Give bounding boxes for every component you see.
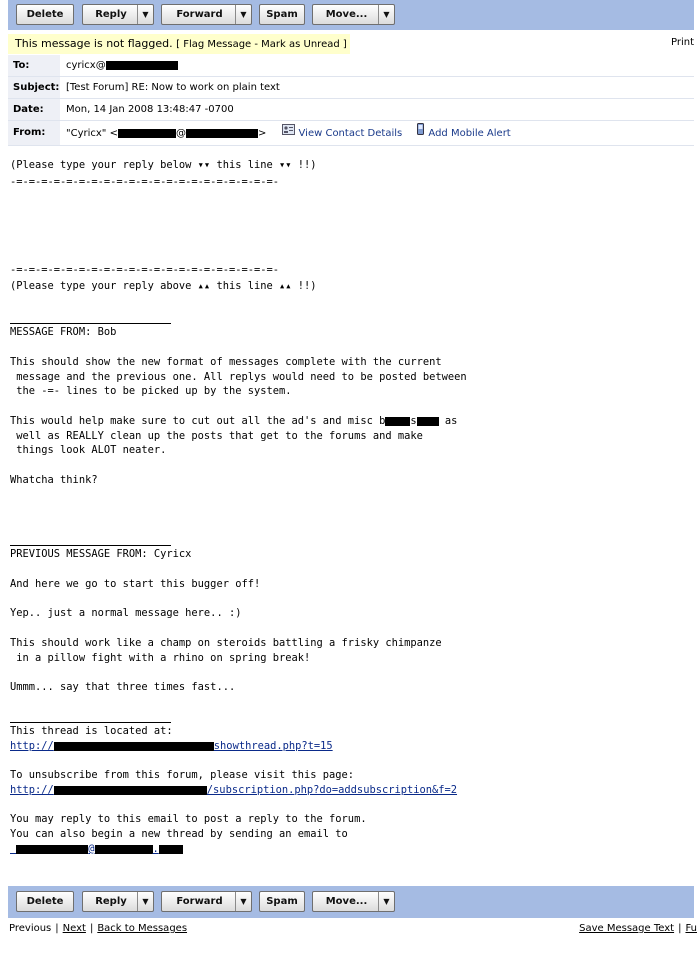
redaction [16, 844, 89, 854]
body-line: the -=- lines to be picked up by the sys… [10, 385, 292, 397]
body-line: @. [10, 842, 183, 856]
chevron-down-icon[interactable]: ▼ [235, 5, 251, 24]
body-line: -=-=-=-=-=-=-=-=-=-=-=-=-=-=-=-=-=-=-=-=… [10, 176, 279, 188]
from-value: "Cyricx" < @ > View Contact Details Add Mo… [66, 121, 511, 146]
back-to-messages-link[interactable]: Back to Messages [97, 923, 187, 934]
unsubscribe-link[interactable]: http:///subscription.php?do=addsubscript… [10, 784, 457, 796]
redaction [94, 844, 153, 854]
chevron-down-icon[interactable]: ▼ [378, 892, 394, 911]
redaction [105, 60, 178, 70]
flag-message-link[interactable]: Flag Message [183, 39, 251, 50]
body-line: in a pillow fight with a rhino on spring… [10, 652, 311, 664]
body-line: Whatcha think? [10, 474, 98, 486]
body-line: MESSAGE FROM: Bob [10, 326, 117, 338]
header-date: Date: Mon, 14 Jan 2008 13:48:47 -0700 [8, 99, 694, 121]
subject-value: [Test Forum] RE: Now to work on plain te… [66, 82, 280, 93]
redaction [185, 128, 258, 138]
footer-left: Previous | Next | Back to Messages [9, 923, 187, 934]
to-value: cyricx@ [66, 55, 178, 76]
divider: | [89, 923, 94, 934]
top-toolbar: Delete Reply ▼ Forward ▼ Spam Move... ▼ [8, 0, 694, 30]
redaction [117, 128, 176, 138]
print-link[interactable]: Print [671, 37, 694, 48]
forward-button[interactable]: Forward ▼ [161, 891, 252, 912]
body-line: To unsubscribe from this forum, please v… [10, 769, 355, 781]
forward-button[interactable]: Forward ▼ [161, 4, 252, 25]
header-to: To: cyricx@ [8, 55, 694, 77]
delete-button[interactable]: Delete [16, 4, 74, 25]
redaction [53, 741, 214, 751]
redaction [416, 416, 439, 426]
separator-line [10, 323, 171, 324]
divider: | [55, 923, 59, 934]
to-label: To: [8, 55, 60, 76]
divider: | [678, 923, 682, 934]
mobile-phone-icon[interactable] [417, 121, 425, 145]
body-line: Yep.. just a normal message here.. :) [10, 607, 242, 619]
redaction [158, 844, 183, 854]
bottom-toolbar: Delete Reply ▼ Forward ▼ Spam Move... ▼ [8, 886, 694, 918]
mark-unread-link[interactable]: Mark as Unread [261, 39, 340, 50]
body-line: This thread is located at: [10, 725, 173, 737]
thread-link[interactable]: http://showthread.php?t=15 [10, 740, 333, 752]
chevron-down-icon[interactable]: ▼ [137, 892, 153, 911]
reply-button[interactable]: Reply ▼ [82, 891, 154, 912]
move-button[interactable]: Move... ▼ [312, 4, 395, 25]
flag-status-text: This message is not flagged. [15, 37, 173, 50]
flag-status-bar: This message is not flagged. [ Flag Mess… [8, 34, 350, 54]
chevron-down-icon[interactable]: ▼ [137, 5, 153, 24]
spam-button[interactable]: Spam [259, 891, 305, 912]
body-line: This would help make sure to cut out all… [10, 415, 458, 427]
body-line: things look ALOT neater. [10, 444, 167, 456]
separator-line [10, 722, 171, 723]
redaction [53, 785, 207, 795]
body-line: And here we go to start this bugger off! [10, 578, 261, 590]
header-from: From: "Cyricx" < @ > View Contact Details … [8, 121, 694, 146]
view-contact-link[interactable]: View Contact Details [299, 128, 403, 139]
body-line: http:///subscription.php?do=addsubscript… [10, 783, 457, 797]
body-line: well as REALLY clean up the posts that g… [10, 430, 423, 442]
subject-label: Subject: [8, 77, 60, 98]
body-line: (Please type your reply above ▴▴ this li… [10, 280, 317, 292]
forum-email-link[interactable]: @. [10, 843, 183, 855]
reply-button[interactable]: Reply ▼ [82, 4, 154, 25]
from-label: From: [8, 121, 60, 145]
move-button[interactable]: Move... ▼ [312, 891, 395, 912]
body-line: This should work like a champ on steroid… [10, 637, 442, 649]
chevron-down-icon[interactable]: ▼ [235, 892, 251, 911]
body-line: http://showthread.php?t=15 [10, 739, 333, 753]
spam-button[interactable]: Spam [259, 4, 305, 25]
body-line: This should show the new format of messa… [10, 356, 442, 368]
date-value: Mon, 14 Jan 2008 13:48:47 -0700 [66, 104, 234, 115]
body-line: You can also begin a new thread by sendi… [10, 828, 348, 840]
previous-label: Previous [9, 923, 52, 934]
body-line: message and the previous one. All replys… [10, 371, 467, 383]
save-message-text-link[interactable]: Save Message Text [579, 923, 674, 934]
body-line: PREVIOUS MESSAGE FROM: Cyricx [10, 548, 192, 560]
add-mobile-alert-link[interactable]: Add Mobile Alert [428, 128, 510, 139]
header-subject: Subject: [Test Forum] RE: Now to work on… [8, 77, 694, 99]
full-headers-link[interactable]: Fu [685, 923, 697, 934]
next-link[interactable]: Next [63, 923, 86, 934]
message-headers: To: cyricx@ Subject: [Test Forum] RE: No… [8, 55, 694, 146]
redaction [385, 416, 411, 426]
chevron-down-icon[interactable]: ▼ [378, 5, 394, 24]
body-line: You may reply to this email to post a re… [10, 813, 367, 825]
footer-right: Save Message Text | Fu [579, 923, 697, 934]
contact-card-icon[interactable] [281, 121, 295, 145]
body-line: -=-=-=-=-=-=-=-=-=-=-=-=-=-=-=-=-=-=-=-=… [10, 264, 279, 276]
delete-button[interactable]: Delete [16, 891, 74, 912]
body-line: (Please type your reply below ▾▾ this li… [10, 159, 317, 171]
separator-line [10, 545, 171, 546]
date-label: Date: [8, 99, 60, 120]
body-line: Ummm... say that three times fast... [10, 681, 236, 693]
